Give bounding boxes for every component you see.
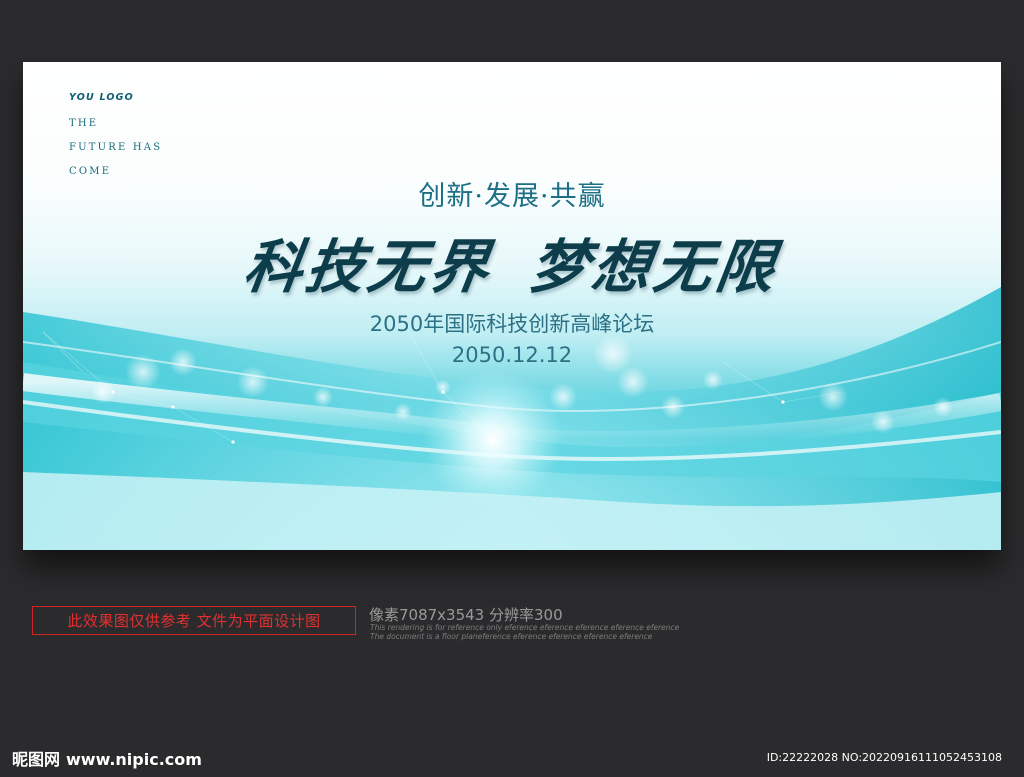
tagline-line-2: FUTURE HAS [69,142,163,153]
headline-right: 梦想无限 [525,233,784,301]
logo-block: YOU LOGO THE FUTURE HAS COME [69,92,162,177]
watermark-cn: 昵图网 [12,750,61,769]
logo-text: YOU LOGO [69,92,134,103]
reference-notice: 此效果图仅供参考 文件为平面设计图 [32,606,356,635]
site-watermark: 昵图网 www.nipic.com [12,746,202,770]
resolution-spec: 像素7087x3543 分辨率300 [369,606,563,624]
fine-print-2: The document is a floor planeference efe… [370,632,653,641]
page: YOU LOGO THE FUTURE HAS COME 创新·发展·共赢 科技… [0,0,1024,777]
headline: 科技无界 梦想无限 [23,220,1001,304]
fine-print-1: This rendering is for reference only efe… [370,623,680,632]
tagline-line-1: THE [69,118,99,129]
event-date: 2050.12.12 [451,343,573,367]
forum-title: 2050年国际科技创新高峰论坛 [369,312,655,336]
slogan: 创新·发展·共赢 [418,181,606,212]
wave-graphic [23,287,1001,550]
watermark-url: www.nipic.com [66,750,202,769]
headline-left: 科技无界 [239,233,498,301]
banner-image: YOU LOGO THE FUTURE HAS COME 创新·发展·共赢 科技… [23,62,1001,550]
image-id: ID:22222028 NO:20220916111052453108 [766,751,1002,764]
